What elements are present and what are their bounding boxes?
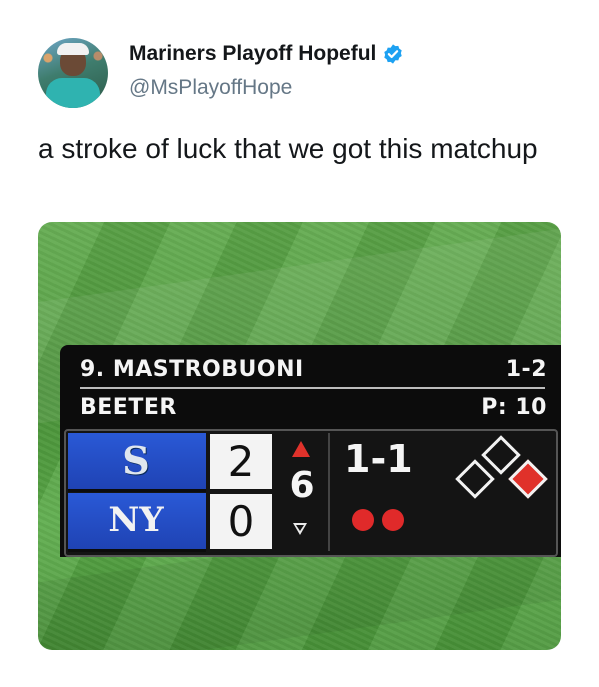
team-score: 2 [210,434,272,489]
verified-badge-icon [384,44,403,64]
inning-bottom-arrow-icon [293,523,307,535]
out-dot-icon [352,509,374,531]
avatar-shirt [46,78,100,108]
first-base-icon [508,459,548,499]
pitcher-row: BEETER P: 10 [80,395,561,423]
mariners-logo-icon: S [122,437,150,483]
scoreboard-divider [80,387,545,389]
inning-top-arrow-icon [292,441,310,457]
tweet-text: a stroke of luck that we got this matchu… [38,133,538,164]
pitch-count: P: 10 [481,395,547,420]
batter-line: 1-2 [505,357,547,382]
display-name[interactable]: Mariners Playoff Hopeful [129,42,376,66]
team-score: 0 [210,494,272,549]
score-panel: S NY 2 0 6 1-1 [64,429,558,557]
base-runners-diamond [451,435,551,507]
profile-avatar[interactable] [38,38,108,108]
batter-name: 9. MASTROBUONI [80,357,304,382]
out-dot-icon [382,509,404,531]
yankees-logo-icon: NY [108,500,164,540]
pitcher-name: BEETER [80,395,177,420]
batter-row: 9. MASTROBUONI 1-2 [80,357,561,385]
display-name-row[interactable]: Mariners Playoff Hopeful [129,42,404,66]
avatar-cap [57,43,89,55]
panel-separator [328,433,330,551]
second-base-icon [481,435,521,475]
user-handle[interactable]: @MsPlayoffHope [129,76,292,100]
inning-number: 6 [289,465,315,506]
outs-indicator [352,509,404,531]
ball-strike-count: 1-1 [344,437,413,481]
scoreboard-bug: 9. MASTROBUONI 1-2 BEETER P: 10 S NY 2 0… [60,345,561,557]
third-base-icon [455,459,495,499]
